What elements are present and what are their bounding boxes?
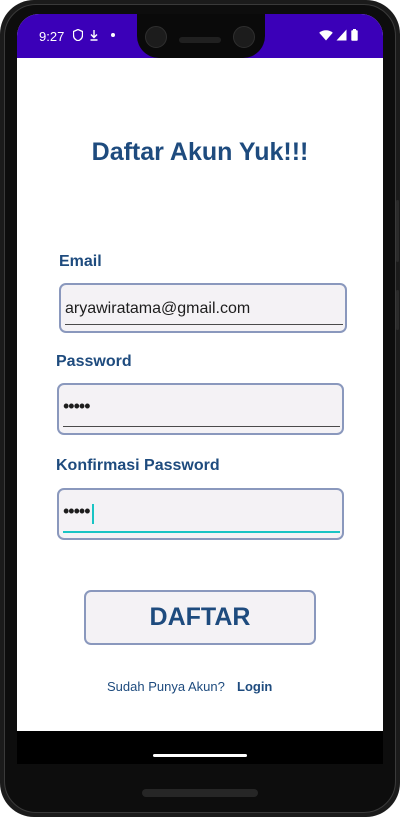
password-value: •••••: [63, 396, 90, 416]
password-field[interactable]: •••••: [57, 383, 344, 435]
daftar-button[interactable]: DAFTAR: [84, 590, 316, 645]
password-underline: [63, 426, 340, 427]
email-underline: [65, 324, 343, 325]
email-value: aryawiratama@gmail.com: [65, 300, 251, 317]
email-label: Email: [59, 253, 102, 270]
power-button: [396, 290, 399, 330]
text-caret: [92, 504, 94, 524]
shield-icon: [73, 29, 83, 41]
page-title: Daftar Akun Yuk!!!: [91, 138, 309, 166]
login-link[interactable]: Login: [237, 679, 272, 694]
front-camera-right: [233, 26, 255, 48]
navigation-bar: [17, 731, 383, 764]
front-camera-left: [145, 26, 167, 48]
camera-notch: [137, 14, 265, 58]
dot-icon: [111, 33, 115, 37]
earpiece-speaker: [179, 37, 221, 43]
download-icon: [90, 30, 98, 41]
password-label: Password: [56, 353, 132, 370]
login-prompt: Sudah Punya Akun?: [107, 679, 225, 694]
signal-icon: [336, 29, 347, 41]
wifi-icon: [319, 30, 333, 41]
home-gesture-bar[interactable]: [153, 754, 247, 757]
status-time: 9:27: [39, 29, 65, 44]
app-screen: 9:27 Daftar Akun Yuk!!! Email aryawirata…: [17, 14, 383, 764]
confirm-password-value: •••••: [63, 501, 90, 521]
phone-frame: 9:27 Daftar Akun Yuk!!! Email aryawirata…: [0, 0, 400, 817]
battery-icon: [351, 29, 358, 41]
email-field[interactable]: aryawiratama@gmail.com: [59, 283, 347, 333]
bottom-speaker-grille: [142, 789, 258, 797]
confirm-password-underline: [63, 531, 340, 533]
confirm-password-label: Konfirmasi Password: [56, 457, 220, 474]
volume-button: [396, 200, 399, 262]
confirm-password-field[interactable]: •••••: [57, 488, 344, 540]
